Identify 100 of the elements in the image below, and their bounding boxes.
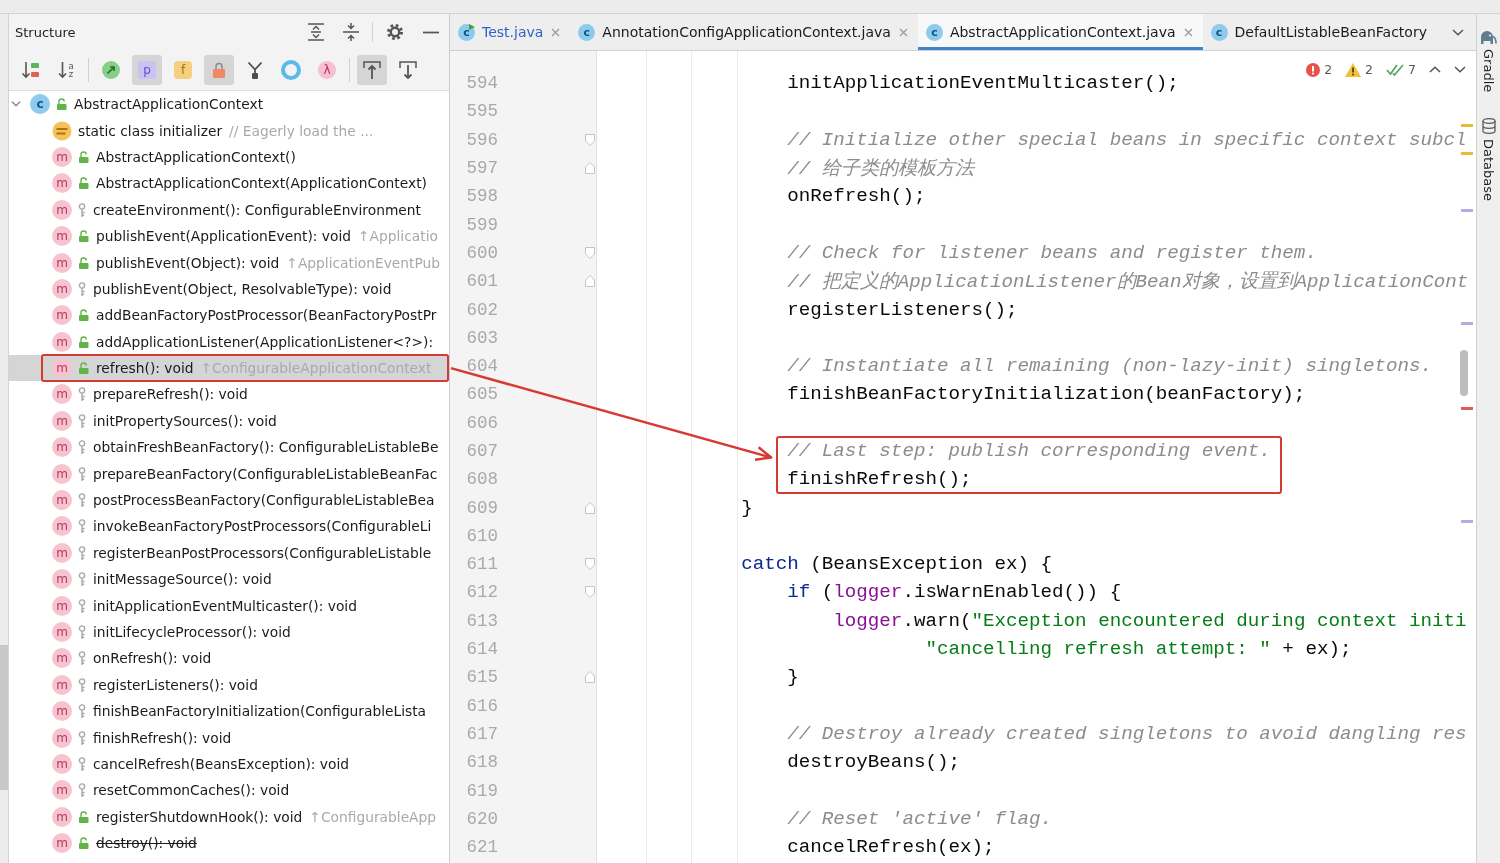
tree-item-label: cancelRefresh(BeansException): void [93, 755, 350, 772]
tree-item[interactable]: m registerBeanPostProcessors(ConfigurableListable [9, 539, 449, 567]
field-icon: f [174, 61, 192, 79]
class-icon: c [1210, 23, 1228, 41]
tree-item[interactable]: m finishBeanFactoryInitialization(ConfigurableLista [9, 698, 449, 725]
tree-item-label: publishEvent(Object, ResolvableType): void [93, 280, 392, 297]
method-icon: m [52, 806, 72, 827]
expand-all-icon[interactable] [308, 23, 324, 41]
tree-item[interactable]: m publishEvent(Object, ResolvableType): void [9, 275, 449, 303]
fold-marker-icon[interactable] [585, 162, 595, 175]
line-number: 597 [465, 158, 498, 179]
fold-marker-icon[interactable] [585, 246, 595, 259]
tree-item[interactable]: m finishRefresh(): void [9, 724, 449, 751]
code-line: logger.warn("Exception encountered during context initi [833, 609, 1467, 632]
tree-item[interactable]: m destroy(): void [9, 829, 449, 857]
tree-item[interactable]: m resetCommonCaches(): void [9, 777, 449, 804]
method-icon: m [52, 358, 72, 379]
tree-item[interactable]: m obtainFreshBeanFactory(): ConfigurableListableBe [9, 434, 449, 461]
close-icon[interactable] [1183, 27, 1193, 37]
toggle-button[interactable] [357, 55, 387, 85]
chevron-down-icon[interactable] [11, 101, 21, 108]
editor-tab[interactable]: c Test.java [450, 14, 571, 50]
tree-item-label: AbstractApplicationContext [74, 96, 264, 113]
tool-window-tab[interactable]: Gradle [1480, 30, 1497, 93]
editor-tab[interactable]: c AbstractApplicationContext.java [917, 14, 1203, 50]
tree-item-label: initPropertySources(): void [93, 412, 277, 429]
tree-item[interactable]: m publishEvent(ApplicationEvent): void ↑Applicatio [9, 222, 449, 250]
close-icon[interactable] [551, 27, 561, 37]
method-icon: m [52, 384, 72, 405]
tree-item-label: createEnvironment(): ConfigurableEnvironment [93, 201, 421, 218]
tree-item[interactable]: m prepareRefresh(): void [9, 381, 449, 408]
method-icon: m [52, 490, 72, 511]
minimize-icon[interactable] [423, 30, 439, 34]
tree-item[interactable]: static class initializer // Eagerly load the ... [9, 117, 449, 144]
tree-item[interactable]: m invokeBeanFactoryPostProcessors(ConfigurableLi [9, 513, 449, 540]
padlock-icon [212, 62, 226, 78]
collapse-all-icon[interactable] [343, 23, 359, 41]
fold-marker-icon[interactable] [585, 586, 595, 599]
tree-item[interactable]: c AbstractApplicationContext [9, 91, 449, 118]
fold-marker-icon[interactable] [585, 501, 595, 514]
tree-item[interactable]: m addBeanFactoryPostProcessor(BeanFactoryPostPr [9, 302, 449, 329]
code-comment: // Destroy already created singletons to avoid dangling res [787, 722, 1467, 745]
toggle-button[interactable]: λ [312, 55, 342, 85]
tree-item[interactable]: m initPropertySources(): void [9, 407, 449, 435]
tree-item[interactable]: m registerListeners(): void [9, 671, 449, 698]
line-number: 611 [465, 554, 498, 575]
error-counter[interactable]: 2 [1306, 62, 1333, 77]
line-number: 608 [465, 469, 498, 490]
code-line: } [787, 666, 799, 689]
tree-item[interactable]: m registerShutdownHook(): void ↑ConfigurableApp [9, 803, 449, 830]
tool-window-tab[interactable]: Database [1481, 118, 1496, 202]
method-icon: m [52, 146, 72, 167]
tree-item-label: postProcessBeanFactory(ConfigurableListableBea [93, 492, 435, 509]
scrollbar-thumb[interactable] [1460, 350, 1468, 396]
tree-item[interactable]: m AbstractApplicationContext(ApplicationContext) [9, 170, 449, 197]
toggle-button[interactable]: p [132, 55, 162, 85]
class-icon: c [925, 23, 943, 41]
code-line: registerListeners(); [787, 298, 1018, 321]
tree-item[interactable]: m onRefresh(): void [9, 645, 449, 672]
method-icon: m [52, 278, 72, 299]
chevron-up-icon[interactable] [1429, 66, 1441, 73]
toggle-button[interactable] [204, 55, 234, 85]
editor-tab[interactable]: c DefaultListableBeanFactory [1202, 14, 1437, 50]
tree-item[interactable]: m initLifecycleProcessor(): void [9, 618, 449, 646]
typo-counter[interactable]: 7 [1386, 62, 1416, 77]
tree-item[interactable]: m initMessageSource(): void [9, 566, 449, 593]
tree-item[interactable]: m publishEvent(Object): void ↑ApplicationEventPub [9, 249, 449, 276]
tree-item-label: finishRefresh(): void [93, 729, 232, 746]
fold-marker-icon[interactable] [585, 671, 595, 684]
tree-item-label: publishEvent(Object): void [96, 254, 280, 271]
fold-marker-icon[interactable] [585, 558, 595, 571]
code-comment: // 把定义的ApplicationListener的Bean对象，设置到ApplicationCont [787, 271, 1469, 294]
toggle-button[interactable]: az [51, 55, 81, 85]
method-icon: m [52, 622, 72, 642]
elephant-icon [1480, 30, 1497, 44]
settings-icon[interactable] [386, 23, 404, 41]
line-number: 620 [465, 808, 498, 829]
line-number: 599 [465, 214, 498, 235]
tree-item[interactable]: m cancelRefresh(BeansException): void [9, 750, 449, 778]
warning-counter[interactable]: 2 [1345, 62, 1374, 77]
arrow-down-bracket-icon [399, 61, 417, 79]
tree-item[interactable]: m createEnvironment(): ConfigurableEnvironment [9, 196, 449, 223]
editor-tab[interactable]: c AnnotationConfigApplicationContext.java [570, 14, 918, 50]
double-check-icon [1386, 62, 1405, 77]
tree-item[interactable]: m postProcessBeanFactory(ConfigurableListableBea [9, 486, 449, 514]
line-number: 613 [465, 610, 498, 631]
code-line: cancelRefresh(ex); [787, 836, 995, 859]
code-line: catch (BeansException ex) { [741, 553, 1053, 576]
tree-item[interactable]: m addApplicationListener(ApplicationListener<?>): [9, 328, 449, 355]
chevron-down-icon[interactable] [1452, 28, 1464, 36]
tree-item-label: AbstractApplicationContext() [96, 148, 296, 165]
panel-title: Structure [15, 24, 76, 40]
tree-item[interactable]: m prepareBeanFactory(ConfigurableListableBeanFac [9, 460, 449, 487]
chevron-down-icon[interactable] [1454, 66, 1466, 73]
close-icon[interactable] [898, 27, 908, 37]
tree-item[interactable]: m AbstractApplicationContext() [9, 143, 449, 171]
tree-item-label: addBeanFactoryPostProcessor(BeanFactoryPostPr [96, 307, 437, 324]
fold-marker-icon[interactable] [585, 275, 595, 288]
tree-item[interactable]: m initApplicationEventMulticaster(): void [9, 592, 449, 619]
fold-marker-icon[interactable] [585, 133, 595, 146]
